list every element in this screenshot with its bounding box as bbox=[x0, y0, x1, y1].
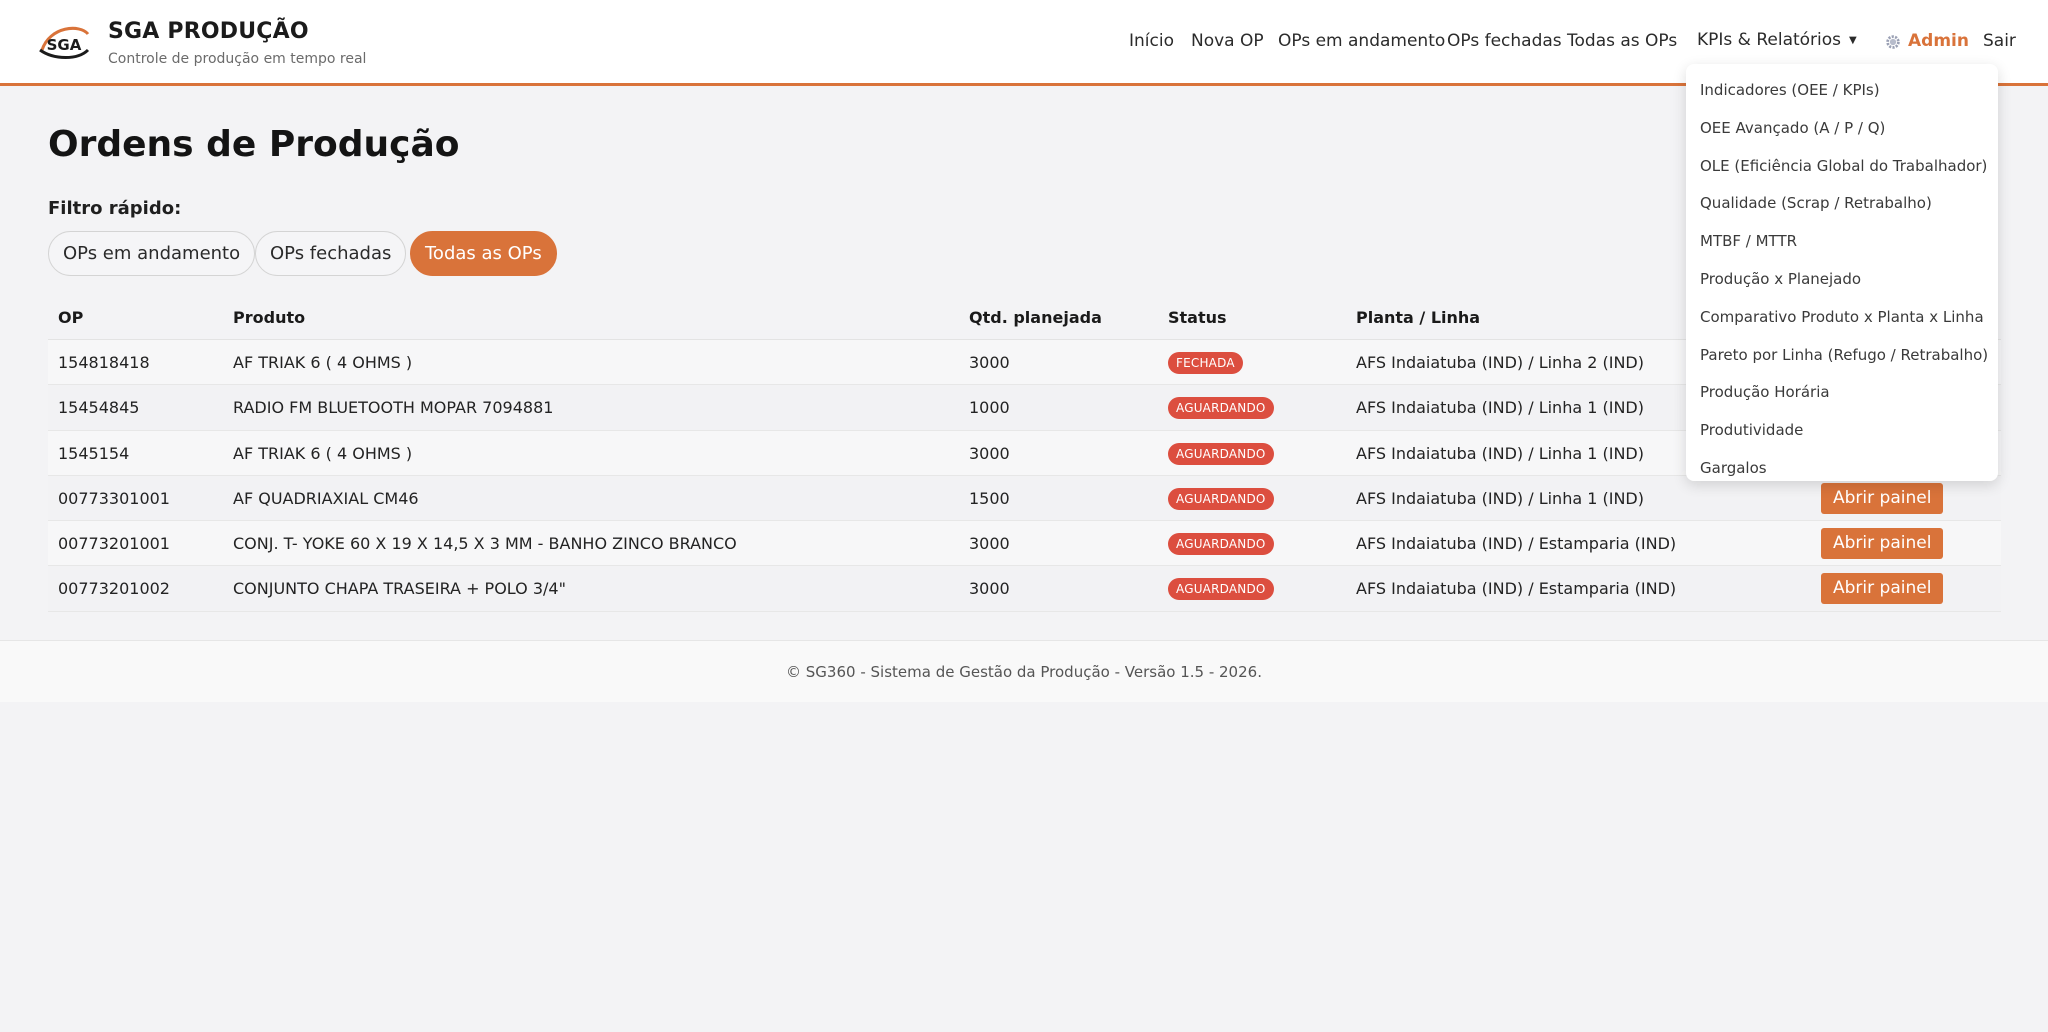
nav-kpis-label: KPIs & Relatórios bbox=[1697, 30, 1842, 50]
nav-ops-em-andamento[interactable]: OPs em andamento bbox=[1278, 31, 1445, 51]
dropdown-item-producao-planejado[interactable]: Produção x Planejado bbox=[1686, 261, 1998, 299]
cell-op: 154818418 bbox=[58, 353, 150, 372]
nav-admin[interactable]: Admin bbox=[1908, 31, 1969, 51]
cell-produto: AF TRIAK 6 ( 4 OHMS ) bbox=[233, 353, 413, 372]
open-panel-button[interactable]: Abrir painel bbox=[1821, 573, 1944, 605]
status-badge: FECHADA bbox=[1168, 352, 1243, 374]
filter-chip-em-andamento[interactable]: OPs em andamento bbox=[48, 231, 256, 276]
cell-qtd: 1500 bbox=[969, 488, 1010, 508]
filter-chip-todas[interactable]: Todas as OPs bbox=[410, 231, 557, 276]
status-badge: AGUARDANDO bbox=[1168, 578, 1274, 601]
cell-qtd: 3000 bbox=[969, 443, 1010, 463]
cell-planta: AFS Indaiatuba (IND) / Linha 1 (IND) bbox=[1356, 443, 1644, 463]
nav-inicio[interactable]: Início bbox=[1129, 31, 1174, 51]
col-header-qtd: Qtd. planejada bbox=[969, 308, 1102, 327]
cell-produto: CONJ. T- YOKE 60 X 19 X 14,5 X 3 MM - BA… bbox=[233, 534, 737, 554]
caret-down-icon: ▼ bbox=[1849, 35, 1857, 46]
cell-op: 00773201001 bbox=[58, 534, 170, 554]
cell-qtd: 3000 bbox=[969, 353, 1010, 372]
cell-op: 00773301001 bbox=[58, 488, 170, 508]
filter-chip-fechadas[interactable]: OPs fechadas bbox=[255, 231, 407, 276]
page-footer: © SG360 - Sistema de Gestão da Produção … bbox=[0, 640, 2048, 702]
cell-qtd: 1000 bbox=[969, 398, 1010, 418]
cell-op: 00773201002 bbox=[58, 579, 170, 599]
filter-label: Filtro rápido: bbox=[48, 198, 182, 219]
nav-sair[interactable]: Sair bbox=[1983, 31, 2016, 51]
footer-text: © SG360 - Sistema de Gestão da Produção … bbox=[786, 663, 1262, 681]
nav-kpis-relatorios[interactable]: KPIs & Relatórios ▼ bbox=[1697, 30, 1857, 50]
dropdown-item-comparativo[interactable]: Comparativo Produto x Planta x Linha bbox=[1686, 299, 1998, 337]
status-badge: AGUARDANDO bbox=[1168, 397, 1274, 420]
dropdown-item-producao-horaria[interactable]: Produção Horária bbox=[1686, 374, 1998, 412]
cell-op: 15454845 bbox=[58, 398, 140, 418]
dropdown-item-qualidade[interactable]: Qualidade (Scrap / Retrabalho) bbox=[1686, 185, 1998, 223]
cell-qtd: 3000 bbox=[969, 579, 1010, 599]
status-badge: AGUARDANDO bbox=[1168, 442, 1274, 465]
cell-produto: RADIO FM BLUETOOTH MOPAR 7094881 bbox=[233, 398, 554, 418]
dropdown-item-produtividade[interactable]: Produtividade bbox=[1686, 412, 1998, 450]
dropdown-item-pareto[interactable]: Pareto por Linha (Refugo / Retrabalho) bbox=[1686, 337, 1998, 375]
nav-ops-fechadas[interactable]: OPs fechadas bbox=[1447, 31, 1562, 51]
brand-title: SGA PRODUÇÃO bbox=[108, 19, 309, 44]
col-header-op: OP bbox=[58, 308, 84, 327]
open-panel-button[interactable]: Abrir painel bbox=[1821, 528, 1944, 560]
dropdown-item-ole[interactable]: OLE (Eficiência Global do Trabalhador) bbox=[1686, 148, 1998, 186]
nav-todas-as-ops[interactable]: Todas as OPs bbox=[1567, 31, 1677, 51]
dropdown-item-oee-avancado[interactable]: OEE Avançado (A / P / Q) bbox=[1686, 110, 1998, 148]
col-header-produto: Produto bbox=[233, 308, 306, 327]
dropdown-item-gargalos[interactable]: Gargalos bbox=[1686, 450, 1998, 488]
page-title: Ordens de Produção bbox=[48, 124, 460, 165]
cell-qtd: 3000 bbox=[969, 534, 1010, 554]
cell-planta: AFS Indaiatuba (IND) / Estamparia (IND) bbox=[1356, 579, 1677, 599]
table-row: 00773201001 CONJ. T- YOKE 60 X 19 X 14,5… bbox=[48, 521, 2001, 567]
cell-produto: AF TRIAK 6 ( 4 OHMS ) bbox=[233, 443, 413, 463]
col-header-planta: Planta / Linha bbox=[1356, 308, 1481, 327]
cell-op: 1545154 bbox=[58, 443, 130, 463]
dropdown-item-indicadores[interactable]: Indicadores (OEE / KPIs) bbox=[1686, 72, 1998, 110]
cell-planta: AFS Indaiatuba (IND) / Linha 1 (IND) bbox=[1356, 488, 1644, 508]
logo-icon: SGA bbox=[39, 26, 90, 59]
gear-icon bbox=[1886, 35, 1900, 49]
cell-planta: AFS Indaiatuba (IND) / Linha 1 (IND) bbox=[1356, 398, 1644, 418]
cell-planta: AFS Indaiatuba (IND) / Estamparia (IND) bbox=[1356, 534, 1677, 554]
logo-text: SGA bbox=[47, 36, 82, 54]
status-badge: AGUARDANDO bbox=[1168, 533, 1274, 556]
dropdown-item-mtbf-mttr[interactable]: MTBF / MTTR bbox=[1686, 223, 1998, 261]
brand-logo[interactable]: SGA bbox=[36, 20, 92, 64]
cell-produto: AF QUADRIAXIAL CM46 bbox=[233, 488, 419, 508]
kpis-dropdown-menu: Indicadores (OEE / KPIs) OEE Avançado (A… bbox=[1686, 64, 1998, 481]
col-header-status: Status bbox=[1168, 308, 1227, 327]
brand-subtitle: Controle de produção em tempo real bbox=[108, 51, 367, 67]
cell-produto: CONJUNTO CHAPA TRASEIRA + POLO 3/4" bbox=[233, 579, 566, 599]
status-badge: AGUARDANDO bbox=[1168, 487, 1274, 510]
nav-nova-op[interactable]: Nova OP bbox=[1191, 31, 1264, 51]
cell-planta: AFS Indaiatuba (IND) / Linha 2 (IND) bbox=[1356, 353, 1644, 372]
table-row: 00773201002 CONJUNTO CHAPA TRASEIRA + PO… bbox=[48, 566, 2001, 612]
